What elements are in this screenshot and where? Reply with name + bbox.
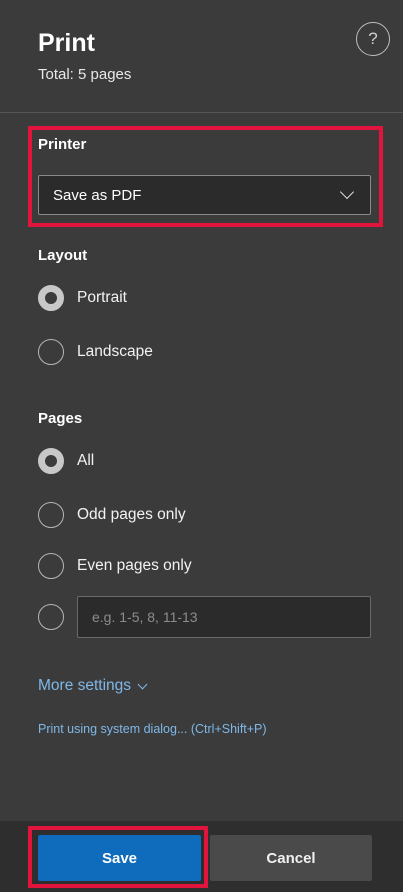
radio-custom[interactable] bbox=[38, 604, 64, 630]
header-divider bbox=[0, 112, 403, 113]
layout-label: Layout bbox=[38, 247, 88, 264]
radio-landscape[interactable] bbox=[38, 339, 64, 365]
radio-all[interactable] bbox=[38, 448, 64, 474]
pages-option-custom[interactable] bbox=[38, 603, 64, 631]
pages-option-odd[interactable]: Odd pages only bbox=[38, 501, 186, 529]
page-count: Total: 5 pages bbox=[38, 66, 132, 83]
cancel-button[interactable]: Cancel bbox=[210, 835, 372, 881]
radio-portrait[interactable] bbox=[38, 285, 64, 311]
chevron-down-icon bbox=[339, 184, 355, 200]
system-dialog-link[interactable]: Print using system dialog... (Ctrl+Shift… bbox=[38, 722, 267, 736]
pages-option-even[interactable]: Even pages only bbox=[38, 552, 192, 580]
print-header: Print Total: 5 pages ? bbox=[0, 0, 403, 112]
layout-option-portrait[interactable]: Portrait bbox=[38, 284, 127, 312]
pages-option-all[interactable]: All bbox=[38, 447, 94, 475]
help-icon[interactable]: ? bbox=[356, 22, 390, 56]
radio-label-portrait: Portrait bbox=[77, 289, 127, 306]
radio-label-all: All bbox=[77, 452, 95, 469]
layout-option-landscape[interactable]: Landscape bbox=[38, 338, 153, 366]
page-title: Print bbox=[38, 29, 95, 57]
radio-label-even: Even pages only bbox=[77, 557, 192, 574]
more-settings-label: More settings bbox=[38, 677, 132, 694]
printer-select[interactable]: Save as PDF bbox=[38, 175, 371, 215]
radio-even[interactable] bbox=[38, 553, 64, 579]
radio-label-odd: Odd pages only bbox=[77, 506, 186, 523]
pages-label: Pages bbox=[38, 410, 83, 427]
page-range-input[interactable] bbox=[77, 596, 371, 638]
radio-label-landscape: Landscape bbox=[77, 343, 153, 360]
printer-select-value: Save as PDF bbox=[53, 186, 142, 204]
print-panel: Print Total: 5 pages ? Printer Save as P… bbox=[0, 0, 403, 892]
chevron-down-icon bbox=[137, 679, 148, 690]
printer-label: Printer bbox=[38, 136, 87, 153]
more-settings-link[interactable]: More settings bbox=[38, 677, 148, 695]
radio-odd[interactable] bbox=[38, 502, 64, 528]
save-button[interactable]: Save bbox=[38, 835, 201, 881]
